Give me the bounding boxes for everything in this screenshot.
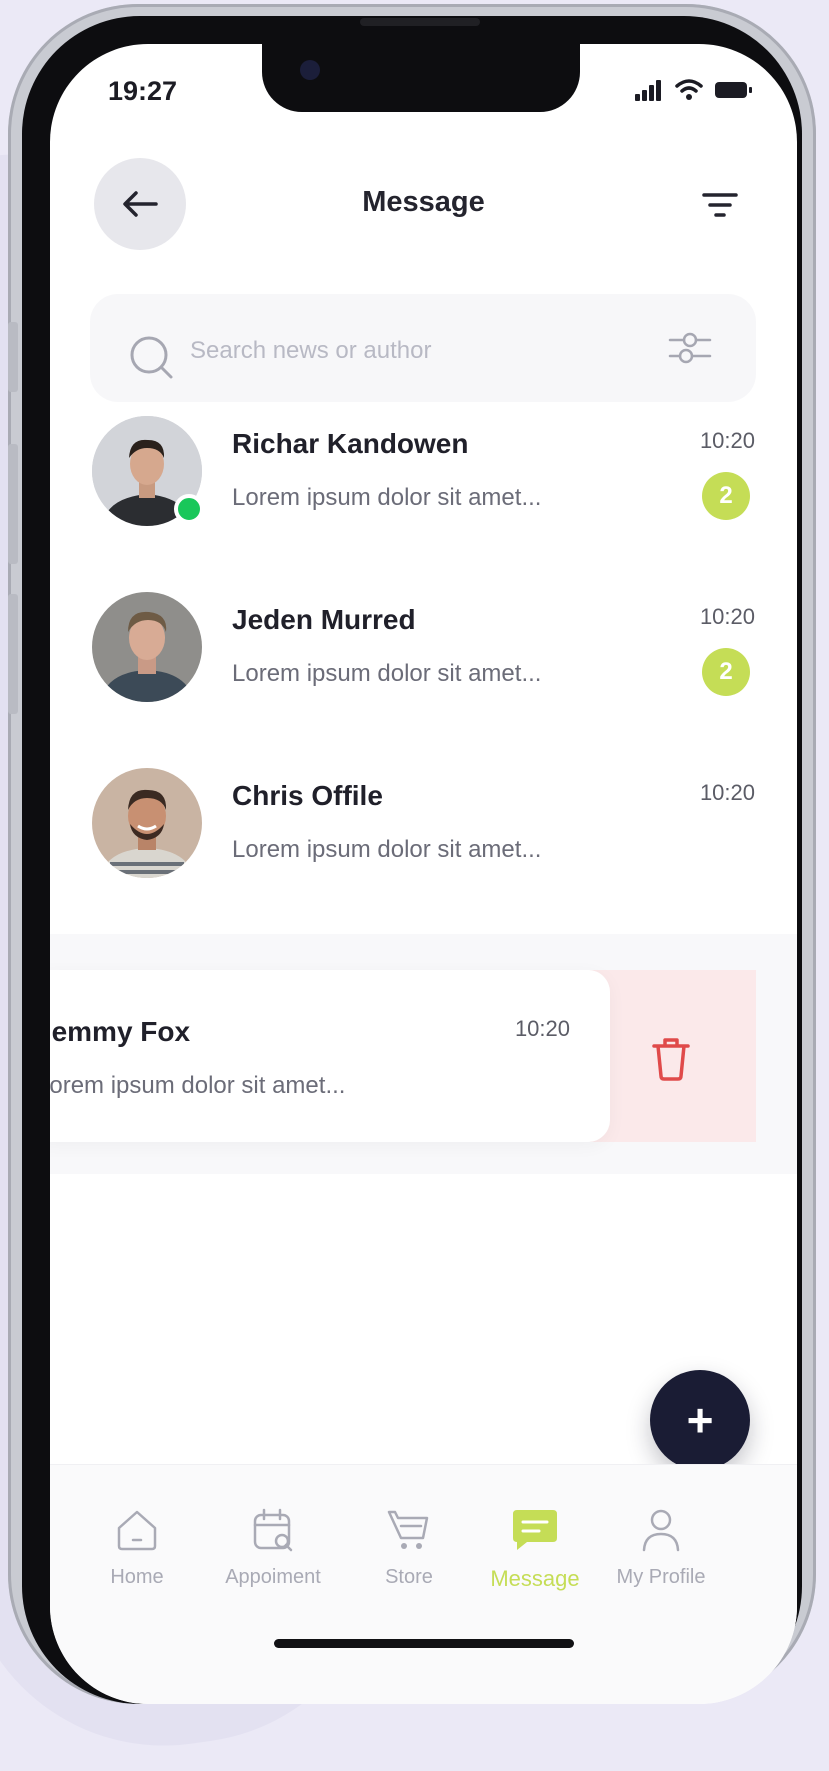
trash-icon[interactable] — [648, 1034, 694, 1082]
phone-side-button — [8, 444, 18, 564]
plus-icon: + — [686, 1394, 714, 1446]
phone-side-button — [8, 322, 18, 392]
tab-label: Home — [110, 1566, 164, 1588]
new-message-button[interactable]: + — [650, 1370, 750, 1470]
tab-home[interactable]: Home — [72, 1506, 202, 1616]
home-indicator — [274, 1639, 574, 1648]
wifi-icon — [675, 79, 703, 100]
tab-appoiment[interactable]: Appoiment — [208, 1506, 338, 1616]
online-status-dot — [174, 494, 204, 524]
cart-icon — [387, 1510, 429, 1549]
sliders-icon[interactable] — [668, 326, 712, 370]
profile-icon — [642, 1509, 680, 1552]
chat-preview: Lorem ipsum dolor sit amet... — [50, 1072, 346, 1099]
unread-badge: 2 — [702, 472, 750, 520]
chat-preview: Lorem ipsum dolor sit amet... — [232, 660, 542, 687]
calendar-icon — [253, 1508, 293, 1552]
search-icon — [130, 336, 173, 379]
chat-name: Jeden Murred — [232, 604, 416, 635]
search-input[interactable] — [190, 331, 610, 371]
chat-time: 10:20 — [514, 1016, 570, 1041]
tab-label: Store — [385, 1566, 433, 1588]
status-time: 19:27 — [108, 76, 178, 106]
chat-preview: Lorem ipsum dolor sit amet... — [232, 836, 542, 863]
unread-badge: 2 — [702, 648, 750, 696]
swiped-chat-list-item[interactable]: Jemmy Fox Lorem ipsum dolor sit amet... … — [50, 970, 610, 1142]
chat-name: Chris Offile — [232, 780, 383, 811]
tab-label: My Profile — [616, 1566, 706, 1588]
page-title: Message — [362, 186, 485, 218]
chat-list-item[interactable]: Chris Offile Lorem ipsum dolor sit amet.… — [50, 768, 797, 918]
avatar — [92, 768, 202, 878]
chat-time: 10:20 — [699, 780, 755, 805]
filter-icon[interactable] — [700, 190, 740, 220]
avatar-photo — [92, 592, 202, 702]
avatar-photo — [92, 768, 202, 878]
tab-message[interactable]: Message — [470, 1506, 600, 1616]
app-screen: 19:27 Message Search news or author Rich… — [50, 44, 797, 1704]
status-icons — [635, 79, 752, 101]
tab-label: Message — [490, 1566, 580, 1591]
chat-time: 10:20 — [699, 428, 755, 453]
tab-my-profile[interactable]: My Profile — [596, 1506, 726, 1616]
tab-store[interactable]: Store — [344, 1506, 474, 1616]
chat-time: 10:20 — [699, 604, 755, 629]
home-icon — [117, 1510, 157, 1551]
battery-icon — [715, 82, 752, 98]
chat-name: Richar Kandowen — [232, 428, 469, 459]
avatar — [92, 592, 202, 702]
tab-label: Appoiment — [225, 1566, 321, 1588]
signal-icon — [635, 80, 661, 101]
chat-preview: Lorem ipsum dolor sit amet... — [232, 484, 542, 511]
phone-speaker — [360, 18, 480, 26]
phone-side-button — [8, 594, 18, 714]
chat-name: Jemmy Fox — [50, 1016, 191, 1047]
chat-list-item[interactable]: Richar Kandowen Lorem ipsum dolor sit am… — [50, 416, 797, 566]
message-icon — [513, 1510, 557, 1550]
chat-list-item[interactable]: Jeden Murred Lorem ipsum dolor sit amet.… — [50, 592, 797, 742]
front-camera — [300, 60, 320, 80]
